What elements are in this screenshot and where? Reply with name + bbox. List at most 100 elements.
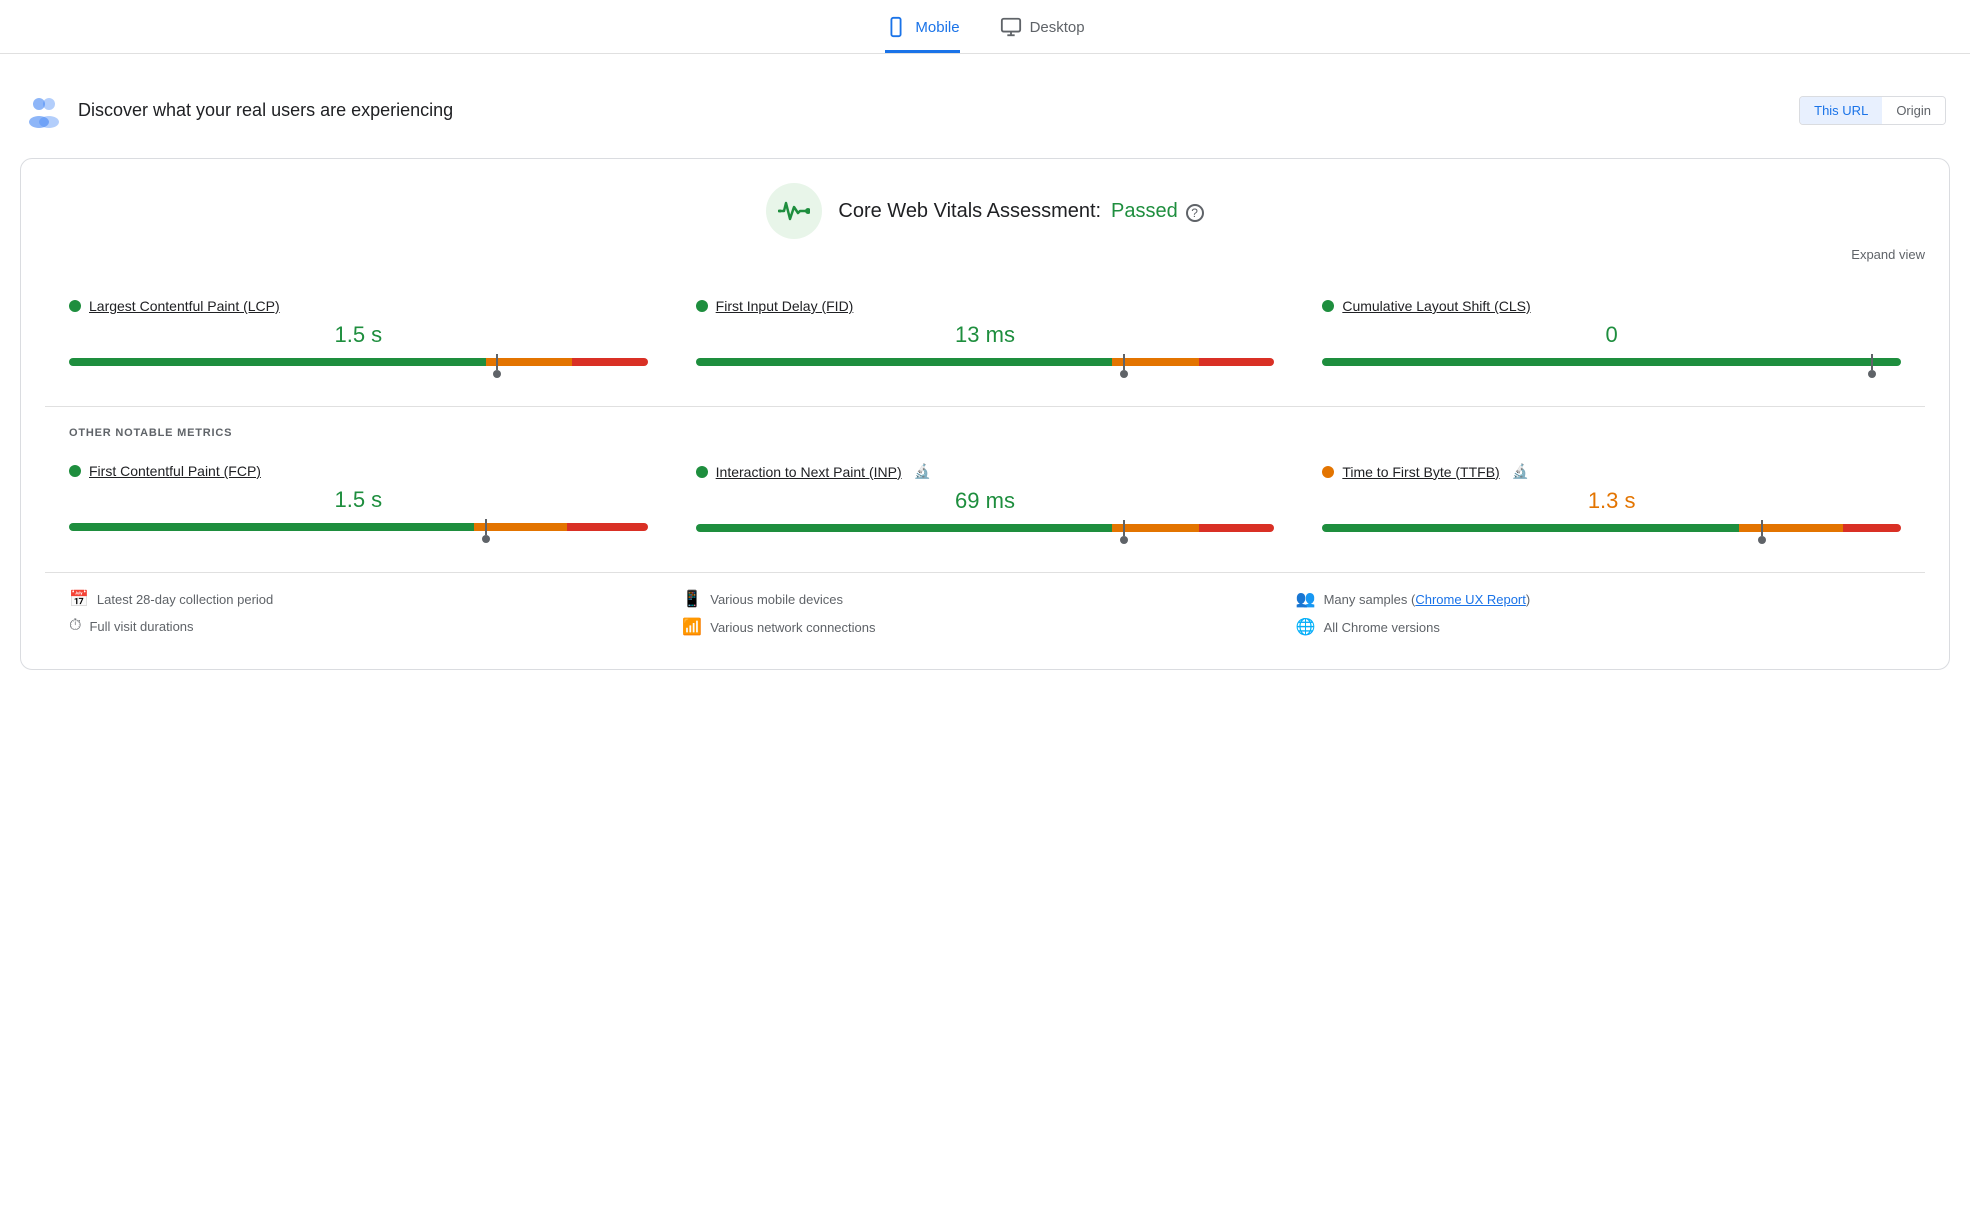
metric-link-inp[interactable]: Interaction to Next Paint (INP) <box>716 464 902 480</box>
bar-orange-lcp <box>486 358 573 366</box>
bar-needle-cls <box>1871 354 1873 370</box>
progress-track-cls <box>1322 358 1901 366</box>
cwv-status: Passed <box>1111 200 1178 222</box>
metric-value-ttfb: 1.3 s <box>1322 488 1901 514</box>
metric-fcp: First Contentful Paint (FCP) 1.5 s <box>45 447 672 552</box>
metric-link-fid[interactable]: First Input Delay (FID) <box>716 298 854 314</box>
metric-link-ttfb[interactable]: Time to First Byte (TTFB) <box>1342 464 1499 480</box>
progress-track-fcp <box>69 523 648 531</box>
this-url-button[interactable]: This URL <box>1800 97 1882 124</box>
metric-value-inp: 69 ms <box>696 488 1275 514</box>
metric-inp: Interaction to Next Paint (INP) 🔬 69 ms <box>672 447 1299 552</box>
footer-item: 🌐 All Chrome versions <box>1296 617 1901 637</box>
metric-label-lcp: Largest Contentful Paint (LCP) <box>69 298 648 314</box>
metric-dot-fcp <box>69 465 81 477</box>
footer-text: Many samples (Chrome UX Report) <box>1324 592 1531 607</box>
metric-dot-inp <box>696 466 708 478</box>
metric-cls: Cumulative Layout Shift (CLS) 0 <box>1298 282 1925 386</box>
bar-red-fid <box>1199 358 1274 366</box>
expand-view[interactable]: Expand view <box>45 247 1925 262</box>
help-icon[interactable]: ? <box>1186 204 1204 222</box>
metric-label-fid: First Input Delay (FID) <box>696 298 1275 314</box>
footer-icon: 🌐 <box>1296 617 1316 637</box>
bar-needle-lcp <box>496 354 498 370</box>
metric-fid: First Input Delay (FID) 13 ms <box>672 282 1299 386</box>
tab-mobile-label: Mobile <box>915 19 959 36</box>
bar-red-inp <box>1199 524 1274 532</box>
footer-col-2: 📱 Various mobile devices 📶 Various netwo… <box>682 589 1287 645</box>
url-origin-toggle: This URL Origin <box>1799 96 1946 125</box>
metric-dot-cls <box>1322 300 1334 312</box>
footer-icon: 📶 <box>682 617 702 637</box>
footer-item: 📅 Latest 28-day collection period <box>69 589 674 609</box>
progress-track-ttfb <box>1322 524 1901 532</box>
bar-orange-inp <box>1112 524 1199 532</box>
metric-value-fid: 13 ms <box>696 322 1275 348</box>
metric-lcp: Largest Contentful Paint (LCP) 1.5 s <box>45 282 672 386</box>
other-metrics-label: OTHER NOTABLE METRICS <box>45 427 1925 439</box>
metric-label-ttfb: Time to First Byte (TTFB) 🔬 <box>1322 463 1901 480</box>
tab-desktop[interactable]: Desktop <box>1000 16 1085 53</box>
bar-green-lcp <box>69 358 486 366</box>
bar-orange-fcp <box>474 523 567 531</box>
metric-link-cls[interactable]: Cumulative Layout Shift (CLS) <box>1342 298 1530 314</box>
chrome-ux-report-link[interactable]: Chrome UX Report <box>1415 592 1526 607</box>
bar-green-ttfb <box>1322 524 1739 532</box>
bar-needle-inp <box>1123 520 1125 536</box>
header-section: Discover what your real users are experi… <box>0 78 1970 142</box>
desktop-icon <box>1000 16 1022 38</box>
footer-text: Latest 28-day collection period <box>97 592 273 607</box>
metric-link-fcp[interactable]: First Contentful Paint (FCP) <box>89 463 261 479</box>
footer-icon: 📅 <box>69 589 89 609</box>
footer-icon: ⏱ <box>69 617 81 635</box>
cwv-header: Core Web Vitals Assessment: Passed ? <box>45 183 1925 239</box>
lab-icon: 🔬 <box>1512 463 1529 480</box>
progress-track-lcp <box>69 358 648 366</box>
footer-text: Various mobile devices <box>710 592 843 607</box>
tab-desktop-label: Desktop <box>1030 19 1085 36</box>
footer-icon: 👥 <box>1296 589 1316 609</box>
footer-text: Full visit durations <box>89 619 193 634</box>
metric-label-cls: Cumulative Layout Shift (CLS) <box>1322 298 1901 314</box>
metric-value-cls: 0 <box>1322 322 1901 348</box>
metric-label-fcp: First Contentful Paint (FCP) <box>69 463 648 479</box>
progress-bar-fid <box>696 358 1275 366</box>
header-title: Discover what your real users are experi… <box>78 100 453 121</box>
heartbeat-icon <box>778 199 810 223</box>
tab-bar: Mobile Desktop <box>0 0 1970 54</box>
footer-text: All Chrome versions <box>1324 620 1440 635</box>
bar-green-fcp <box>69 523 474 531</box>
bar-green-inp <box>696 524 1113 532</box>
bar-green-fid <box>696 358 1113 366</box>
metric-dot-ttfb <box>1322 466 1334 478</box>
progress-bar-inp <box>696 524 1275 532</box>
section-divider <box>45 406 1925 407</box>
footer-text: Various network connections <box>710 620 875 635</box>
metric-dot-fid <box>696 300 708 312</box>
footer-item: 📱 Various mobile devices <box>682 589 1287 609</box>
bar-needle-fid <box>1123 354 1125 370</box>
footer-item: ⏱ Full visit durations <box>69 617 674 635</box>
tab-mobile[interactable]: Mobile <box>885 16 959 53</box>
origin-button[interactable]: Origin <box>1882 97 1945 124</box>
footer-info: 📅 Latest 28-day collection period ⏱ Full… <box>45 572 1925 645</box>
cwv-assessment-label: Core Web Vitals Assessment: <box>838 200 1101 222</box>
header-left: Discover what your real users are experi… <box>24 90 453 130</box>
bar-needle-fcp <box>485 519 487 535</box>
metric-dot-lcp <box>69 300 81 312</box>
bar-green-cls <box>1322 358 1901 366</box>
lab-icon: 🔬 <box>914 463 931 480</box>
users-icon <box>24 90 64 130</box>
progress-track-inp <box>696 524 1275 532</box>
cwv-icon-circle <box>766 183 822 239</box>
cwv-title: Core Web Vitals Assessment: Passed ? <box>838 200 1203 223</box>
bar-red-fcp <box>567 523 648 531</box>
bar-orange-fid <box>1112 358 1199 366</box>
metric-link-lcp[interactable]: Largest Contentful Paint (LCP) <box>89 298 280 314</box>
progress-bar-fcp <box>69 523 648 531</box>
footer-icon: 📱 <box>682 589 702 609</box>
footer-col-3: 👥 Many samples (Chrome UX Report) 🌐 All … <box>1296 589 1901 645</box>
metric-value-fcp: 1.5 s <box>69 487 648 513</box>
main-card: Core Web Vitals Assessment: Passed ? Exp… <box>20 158 1950 670</box>
metric-ttfb: Time to First Byte (TTFB) 🔬 1.3 s <box>1298 447 1925 552</box>
